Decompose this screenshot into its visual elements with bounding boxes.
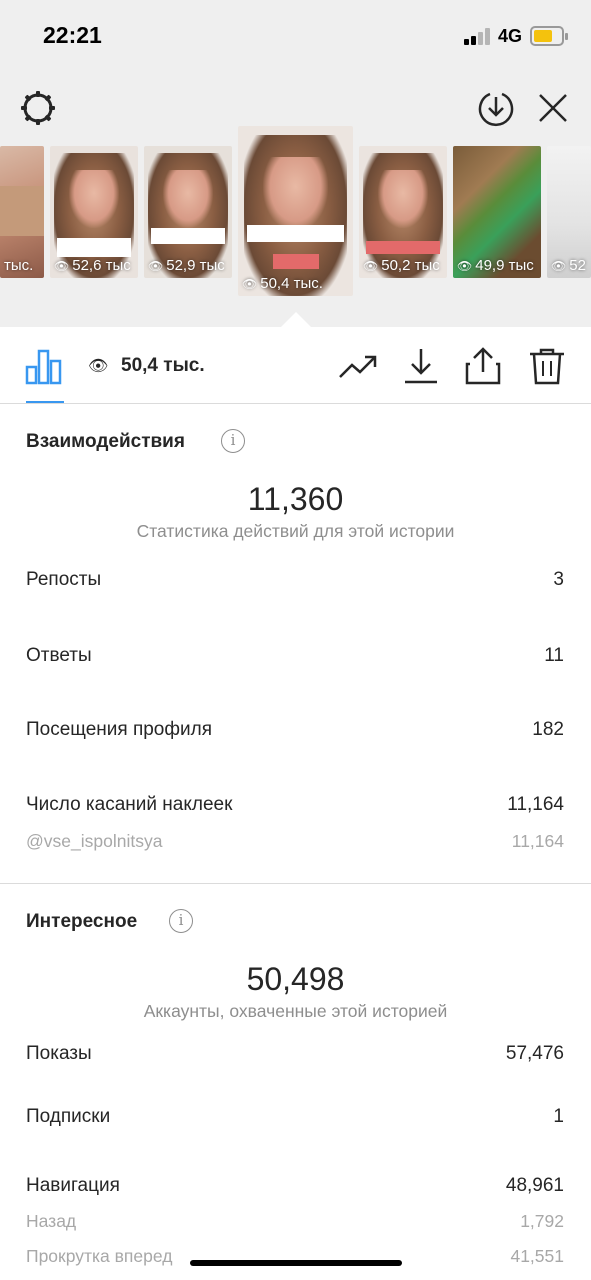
metric-value: 57,476 (505, 1043, 564, 1064)
interactions-caption: Статистика действий для этой истории (136, 521, 455, 541)
thumbnail-views: 👁 50,2 тыс (363, 257, 440, 274)
metric-label: Репосты (26, 569, 102, 590)
eye-icon: 👁 (242, 276, 258, 291)
navigation-sub-value: 41,551 (510, 1246, 564, 1266)
status-time: 22:21 (43, 22, 102, 48)
metric-value: 3 (553, 569, 564, 590)
eye-icon: 👁 (88, 358, 109, 375)
interactions-title: Взаимодействия (26, 431, 185, 452)
navigation-sub-label: Назад (26, 1211, 77, 1231)
sticker-account: @vse_ispolnitsya (26, 831, 163, 851)
tab-insights[interactable] (24, 347, 64, 385)
story-selector: тыс. 👁 52,6 тыс 👁 52,9 тыс 👁 50,4 тыс. 👁 50,… (0, 72, 591, 327)
metric-label: Показы (26, 1043, 92, 1064)
trending-up-icon (339, 355, 377, 378)
sticker-account-value: 11,164 (511, 831, 564, 851)
settings-button[interactable] (18, 88, 58, 128)
discovery-total: 50,498 (246, 961, 345, 997)
thumbnail-views: 👁 52 (551, 257, 586, 274)
metric-value: 48,961 (505, 1175, 564, 1196)
section-divider (0, 883, 591, 884)
status-bar: 22:21 4G (0, 0, 591, 72)
close-icon (539, 94, 567, 122)
metric-value: 11 (544, 645, 564, 666)
eye-icon: 👁 (363, 258, 379, 273)
promote-button[interactable] (337, 345, 379, 387)
metric-value: 11,164 (507, 794, 564, 815)
story-thumbnail[interactable]: тыс. (0, 146, 44, 278)
share-button[interactable] (462, 345, 504, 387)
metric-value: 1 (553, 1106, 564, 1127)
metric-label: Ответы (26, 645, 92, 666)
story-thumbnail[interactable]: 👁 52,6 тыс (50, 146, 138, 278)
metric-value: 182 (532, 719, 564, 740)
selection-pointer (281, 312, 311, 327)
interactions-total: 11,360 (247, 481, 344, 517)
discovery-caption: Аккаунты, охваченные этой историей (143, 1001, 448, 1021)
eye-icon: 👁 (148, 258, 164, 273)
delete-button[interactable] (526, 345, 568, 387)
save-to-device-button[interactable] (476, 88, 516, 128)
thumbnail-views: 👁 52,6 тыс (54, 257, 131, 274)
trash-icon (530, 348, 564, 385)
story-thumbnail[interactable]: 👁 52,9 тыс (144, 146, 232, 278)
views-count: 50,4 тыс. (121, 355, 205, 376)
thumbnail-views: 👁 49,9 тыс (457, 257, 534, 274)
thumbnail-views: тыс. (4, 257, 34, 274)
navigation-sub-label: Прокрутка вперед (26, 1246, 173, 1266)
discovery-title: Интересное (26, 911, 138, 932)
navigation-sub-value: 1,792 (520, 1211, 564, 1231)
bar-chart-icon (25, 349, 62, 385)
battery-icon (530, 26, 568, 46)
eye-icon: 👁 (457, 258, 473, 273)
story-thumbnail[interactable]: 👁 50,2 тыс (359, 146, 447, 278)
network-type: 4G (498, 26, 523, 46)
share-icon (465, 347, 501, 385)
signal-icon (464, 27, 492, 45)
story-thumbnail[interactable]: 👁 49,9 тыс (453, 146, 541, 278)
download-button[interactable] (400, 345, 442, 387)
eye-icon: 👁 (54, 258, 70, 273)
close-button[interactable] (535, 90, 571, 126)
eye-icon: 👁 (551, 258, 567, 273)
thumbnail-views: 👁 50,4 тыс. (242, 275, 323, 292)
metric-label: Навигация (26, 1175, 120, 1196)
home-indicator[interactable] (190, 1260, 402, 1266)
story-thumbnail[interactable]: 👁 52 (547, 146, 591, 278)
insights-toolbar: 👁 50,4 тыс. (0, 327, 591, 404)
metric-label: Число касаний наклеек (26, 794, 233, 815)
metric-label: Посещения профиля (26, 719, 212, 740)
thumbnail-views: 👁 52,9 тыс (148, 257, 225, 274)
download-circle-icon (478, 92, 514, 126)
download-icon (405, 349, 437, 384)
info-icon[interactable]: i (169, 909, 193, 933)
gear-icon (21, 91, 55, 125)
metric-label: Подписки (26, 1106, 111, 1127)
tab-indicator (26, 401, 64, 403)
story-thumbnail-selected[interactable]: 👁 50,4 тыс. (238, 126, 353, 296)
info-icon[interactable]: i (221, 429, 245, 453)
